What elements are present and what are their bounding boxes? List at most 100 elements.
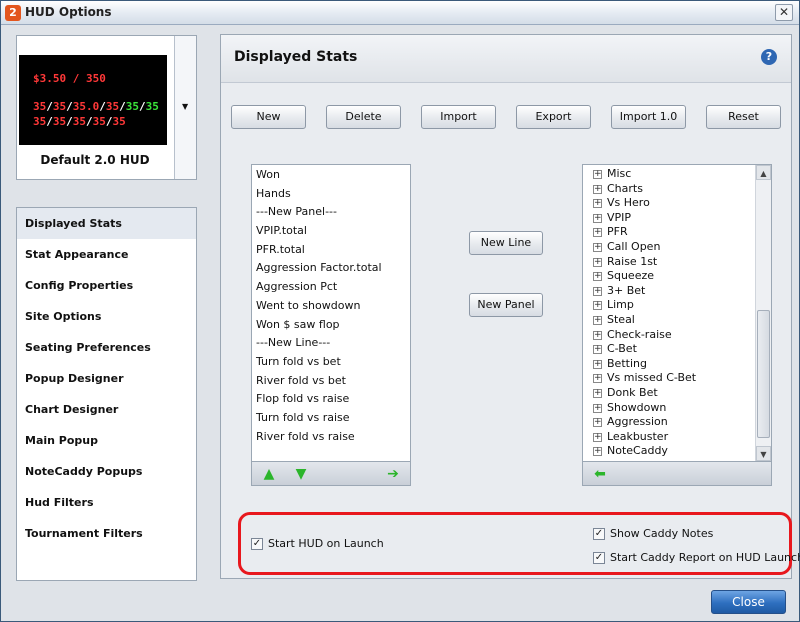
scroll-up-icon[interactable]: ▲ — [756, 165, 771, 180]
nav-item-chart-designer[interactable]: Chart Designer — [17, 394, 196, 425]
displayed-stats-list[interactable]: Won Hands ---New Panel--- VPIP.total PFR… — [251, 164, 411, 486]
nav-item-notecaddy-popups[interactable]: NoteCaddy Popups — [17, 456, 196, 487]
tree-item[interactable]: + Steal — [583, 313, 755, 328]
hud-selector[interactable]: $3.50 / 350 35/35/35.0/35/35/35 35/35/35… — [16, 35, 197, 180]
tree-item[interactable]: + NoteCaddy — [583, 444, 755, 457]
delete-button[interactable]: Delete — [326, 105, 401, 129]
list-item[interactable]: Hands — [252, 185, 410, 204]
list-item[interactable]: Won $ saw flop — [252, 316, 410, 335]
nav-item-seating-preferences[interactable]: Seating Preferences — [17, 332, 196, 363]
checkbox-check-icon[interactable]: ✓ — [593, 551, 605, 564]
list-item[interactable]: Turn fold vs raise — [252, 409, 410, 428]
expand-icon[interactable]: + — [593, 286, 602, 296]
tree-item[interactable]: + Limp — [583, 298, 755, 313]
expand-icon[interactable]: + — [593, 359, 602, 369]
new-button[interactable]: New — [231, 105, 306, 129]
list-item[interactable]: Aggression Pct — [252, 278, 410, 297]
help-icon[interactable]: ? — [761, 49, 777, 65]
expand-icon[interactable]: + — [593, 228, 602, 238]
expand-icon[interactable]: + — [593, 374, 602, 384]
hud-stat: 35 — [112, 115, 126, 128]
close-button[interactable]: Close — [711, 590, 786, 614]
nav-item-config-properties[interactable]: Config Properties — [17, 270, 196, 301]
list-item[interactable]: Won — [252, 166, 410, 185]
start-caddy-report-checkbox[interactable]: ✓ Start Caddy Report on HUD Launch — [593, 551, 800, 564]
arrow-left-icon[interactable]: ⬅ — [591, 465, 609, 483]
nav-item-popup-designer[interactable]: Popup Designer — [17, 363, 196, 394]
checkbox-check-icon[interactable]: ✓ — [593, 527, 605, 540]
import-button[interactable]: Import — [421, 105, 496, 129]
expand-icon[interactable]: + — [593, 242, 602, 252]
tree-item-label: C-Bet — [607, 342, 637, 356]
tree-item[interactable]: + Squeeze — [583, 269, 755, 284]
export-button[interactable]: Export — [516, 105, 591, 129]
tree-item[interactable]: + Vs Hero — [583, 196, 755, 211]
start-hud-on-launch-checkbox[interactable]: ✓ Start HUD on Launch — [251, 537, 384, 550]
arrow-down-icon[interactable]: ▼ — [292, 465, 310, 483]
expand-icon[interactable]: + — [593, 199, 602, 209]
list-item[interactable]: Flop fold vs raise — [252, 390, 410, 409]
reset-button[interactable]: Reset — [706, 105, 781, 129]
tree-item[interactable]: + C-Bet — [583, 342, 755, 357]
checkbox-check-icon[interactable]: ✓ — [251, 537, 263, 550]
tree-item[interactable]: + Call Open — [583, 240, 755, 255]
nav-item-hud-filters[interactable]: Hud Filters — [17, 487, 196, 518]
tree-item-label: Charts — [607, 181, 643, 195]
tree-item[interactable]: + Leakbuster — [583, 430, 755, 445]
list-item[interactable]: ---New Line--- — [252, 334, 410, 353]
expand-icon[interactable]: + — [593, 447, 602, 457]
hud-dropdown-button[interactable]: ▼ — [174, 36, 196, 179]
list-item[interactable]: River fold vs bet — [252, 372, 410, 391]
expand-icon[interactable]: + — [593, 213, 602, 223]
expand-icon[interactable]: + — [593, 315, 602, 325]
tree-scrollbar[interactable]: ▲ ▼ — [755, 165, 771, 461]
tree-item[interactable]: + Aggression — [583, 415, 755, 430]
show-caddy-notes-checkbox[interactable]: ✓ Show Caddy Notes — [593, 527, 713, 540]
nav-item-displayed-stats[interactable]: Displayed Stats — [17, 208, 196, 239]
expand-icon[interactable]: + — [593, 301, 602, 311]
tree-item[interactable]: + Raise 1st — [583, 255, 755, 270]
tree-item[interactable]: + PFR — [583, 225, 755, 240]
list-item[interactable]: ---New Panel--- — [252, 203, 410, 222]
list-item[interactable]: PFR.total — [252, 241, 410, 260]
expand-icon[interactable]: + — [593, 432, 602, 442]
close-icon[interactable]: ✕ — [775, 4, 793, 21]
expand-icon[interactable]: + — [593, 345, 602, 355]
nav-item-main-popup[interactable]: Main Popup — [17, 425, 196, 456]
expand-icon[interactable]: + — [593, 418, 602, 428]
tree-item[interactable]: + Charts — [583, 182, 755, 197]
expand-icon[interactable]: + — [593, 272, 602, 282]
expand-icon[interactable]: + — [593, 184, 602, 194]
tree-item[interactable]: + VPIP — [583, 211, 755, 226]
list-item[interactable]: Aggression Factor.total — [252, 259, 410, 278]
tree-item[interactable]: + Showdown — [583, 401, 755, 416]
title-bar[interactable]: 2 HUD Options ✕ — [1, 1, 799, 25]
new-line-button[interactable]: New Line — [469, 231, 543, 255]
tree-item[interactable]: +3+ Bet — [583, 284, 755, 299]
new-panel-button[interactable]: New Panel — [469, 293, 543, 317]
expand-icon[interactable]: + — [593, 257, 602, 267]
list-item[interactable]: River fold vs raise — [252, 428, 410, 447]
expand-icon[interactable]: + — [593, 330, 602, 340]
scroll-down-icon[interactable]: ▼ — [756, 446, 771, 461]
tree-item[interactable]: + Betting — [583, 357, 755, 372]
expand-icon[interactable]: + — [593, 388, 602, 398]
import-1-0-button[interactable]: Import 1.0 — [611, 105, 686, 129]
tree-item[interactable]: + Misc — [583, 167, 755, 182]
list-item[interactable]: VPIP.total — [252, 222, 410, 241]
expand-icon[interactable]: + — [593, 170, 602, 179]
list-item[interactable]: Went to showdown — [252, 297, 410, 316]
tree-item[interactable]: + Check-raise — [583, 328, 755, 343]
list-item[interactable]: Turn fold vs bet — [252, 353, 410, 372]
scroll-thumb[interactable] — [757, 310, 770, 438]
nav-item-site-options[interactable]: Site Options — [17, 301, 196, 332]
nav-item-tournament-filters[interactable]: Tournament Filters — [17, 518, 196, 549]
arrow-up-icon[interactable]: ▲ — [260, 465, 278, 483]
nav-item-stat-appearance[interactable]: Stat Appearance — [17, 239, 196, 270]
tree-item[interactable]: + Donk Bet — [583, 386, 755, 401]
tree-item-label: Vs Hero — [607, 196, 650, 210]
available-stats-tree[interactable]: + Misc + Charts + Vs Hero + VPIP + PFR + Call … — [582, 164, 772, 486]
tree-item[interactable]: + Vs missed C-Bet — [583, 371, 755, 386]
expand-icon[interactable]: + — [593, 403, 602, 413]
arrow-right-icon[interactable]: ➔ — [384, 465, 402, 483]
